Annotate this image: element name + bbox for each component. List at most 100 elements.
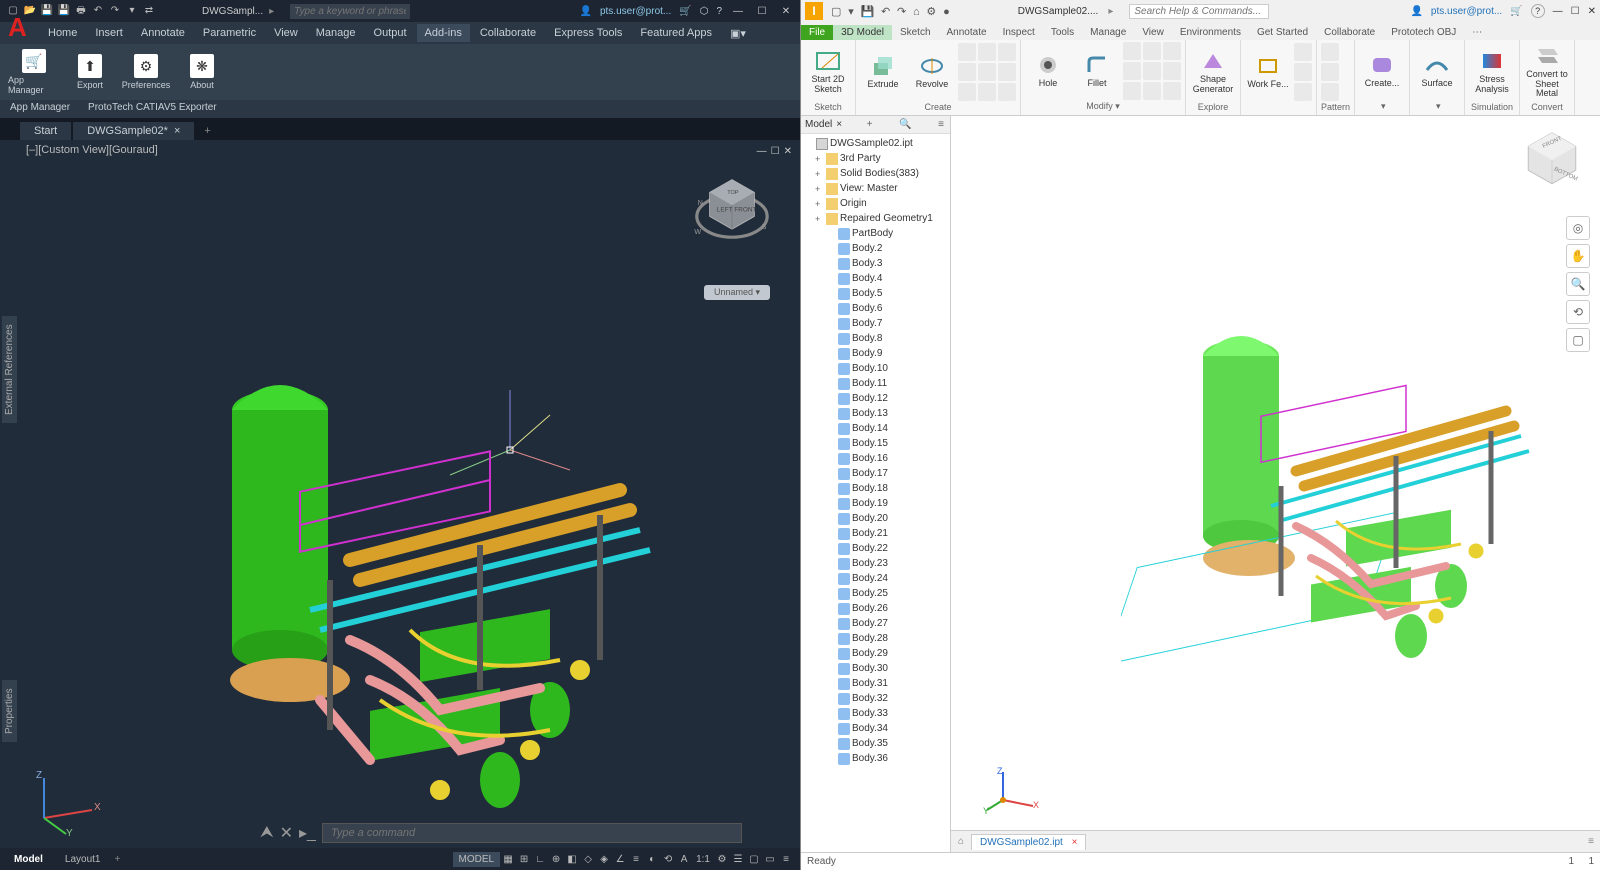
grid-icon[interactable]: ▦	[500, 851, 516, 867]
decal-icon[interactable]	[958, 83, 976, 101]
tree-body-item[interactable]: Body.14	[801, 421, 950, 436]
tree-body-item[interactable]: Body.7	[801, 316, 950, 331]
stress-analysis-button[interactable]: Stress Analysis	[1469, 44, 1515, 100]
tree-body-item[interactable]: Body.11	[801, 376, 950, 391]
monitor-icon[interactable]: ▢	[746, 851, 762, 867]
tree-body-item[interactable]: Body.34	[801, 721, 950, 736]
ribbon-tab-collaborate[interactable]: Collaborate	[1316, 25, 1383, 40]
browser-close-icon[interactable]: ×	[836, 119, 842, 130]
browser-add-icon[interactable]: +	[865, 119, 875, 130]
about-button[interactable]: ❋About	[176, 48, 228, 96]
expand-icon[interactable]: +	[815, 199, 824, 209]
shell-icon[interactable]	[1143, 42, 1161, 60]
menu-manage[interactable]: Manage	[308, 24, 364, 42]
tree-root[interactable]: DWGSample02.ipt	[801, 136, 950, 151]
tree-body-item[interactable]: Body.19	[801, 496, 950, 511]
help-icon[interactable]: ?	[1531, 4, 1545, 18]
drawing-viewport[interactable]: [–][Custom View][Gouraud] — ☐ ✕ External…	[0, 140, 800, 848]
tree-body-item[interactable]: Body.25	[801, 586, 950, 601]
maximize-button[interactable]: ☐	[754, 6, 770, 17]
chamfer-icon[interactable]	[1123, 42, 1141, 60]
viewcube[interactable]: FRONT BOTTOM	[1518, 126, 1586, 194]
tree-body-item[interactable]: Body.10	[801, 361, 950, 376]
tree-body-item[interactable]: Body.26	[801, 601, 950, 616]
qat-saveas-icon[interactable]: 💾	[57, 4, 71, 18]
vp-close-icon[interactable]: ✕	[784, 146, 792, 157]
apps-icon[interactable]: ⬡	[700, 6, 709, 17]
layout-tab-model[interactable]: Model	[6, 852, 51, 867]
qat-redo-icon[interactable]: ↷	[895, 6, 908, 18]
browser-tree[interactable]: DWGSample02.ipt+3rd Party+Solid Bodies(3…	[801, 134, 950, 852]
scale-label[interactable]: 1:1	[692, 854, 714, 865]
menu-home[interactable]: Home	[40, 24, 85, 42]
maximize-button[interactable]: ☐	[1571, 6, 1580, 17]
rib-icon[interactable]	[978, 63, 996, 81]
plane-icon[interactable]	[1294, 43, 1312, 61]
tree-item[interactable]: +Repaired Geometry1	[801, 211, 950, 226]
draft-icon[interactable]	[1163, 42, 1181, 60]
delete-icon[interactable]	[1163, 82, 1181, 100]
signin-icon[interactable]: 👤	[1410, 6, 1422, 17]
isodraft-icon[interactable]: ◧	[564, 851, 580, 867]
surface-button[interactable]: Surface	[1414, 43, 1460, 99]
tree-body-item[interactable]: Body.3	[801, 256, 950, 271]
tree-body-item[interactable]: Body.28	[801, 631, 950, 646]
ribbon-tab-prototech-obj[interactable]: Prototech OBJ	[1383, 25, 1464, 40]
menu-insert[interactable]: Insert	[87, 24, 131, 42]
qat-save-icon[interactable]: 💾	[40, 4, 54, 18]
minimize-button[interactable]: —	[1553, 6, 1563, 17]
copy-icon[interactable]	[1143, 82, 1161, 100]
qat-undo-icon[interactable]: ↶	[879, 6, 892, 18]
signin-icon[interactable]: 👤	[580, 6, 592, 17]
expand-icon[interactable]: +	[815, 154, 824, 164]
tree-body-item[interactable]: Body.4	[801, 271, 950, 286]
rect-pattern-icon[interactable]	[1321, 43, 1339, 61]
tree-body-item[interactable]: Body.15	[801, 436, 950, 451]
doc-tab[interactable]: Start	[20, 122, 71, 140]
qat-share-icon[interactable]: ⇄	[142, 4, 156, 18]
viewport-label[interactable]: [–][Custom View][Gouraud]	[26, 144, 158, 156]
tab-close-icon[interactable]: ×	[174, 125, 180, 137]
coil-icon[interactable]	[998, 43, 1016, 61]
loft-icon[interactable]	[978, 43, 996, 61]
ribbon-options-icon[interactable]: ▣▾	[722, 24, 754, 43]
layout-tab-layout1[interactable]: Layout1	[57, 852, 109, 867]
close-button[interactable]: ✕	[1588, 6, 1596, 17]
lineweight-icon[interactable]: ≡	[628, 851, 644, 867]
tree-body-item[interactable]: Body.36	[801, 751, 950, 766]
qat-plot-icon[interactable]: 🖶	[74, 4, 88, 18]
convert-sheetmetal-button[interactable]: Convert to Sheet Metal	[1524, 44, 1570, 100]
tree-item[interactable]: +Origin	[801, 196, 950, 211]
tree-body-item[interactable]: Body.9	[801, 346, 950, 361]
preferences-button[interactable]: ⚙Preferences	[120, 48, 172, 96]
fullnav-icon[interactable]: ◎	[1566, 216, 1590, 240]
combine-icon[interactable]	[1163, 62, 1181, 80]
workspace-icon[interactable]: ☰	[730, 851, 746, 867]
close-button[interactable]: ✕	[778, 6, 794, 17]
fillet-button[interactable]: Fillet	[1074, 43, 1120, 99]
vp-max-icon[interactable]: ☐	[771, 146, 780, 157]
ribbon-tab-manage[interactable]: Manage	[1082, 25, 1134, 40]
extrude-button[interactable]: Extrude	[860, 44, 906, 100]
export-button[interactable]: ⬆Export	[64, 48, 116, 96]
ribbon-tab-get-started[interactable]: Get Started	[1249, 25, 1316, 40]
annotation-icon[interactable]: A	[676, 851, 692, 867]
qat-redo-icon[interactable]: ↷	[108, 4, 122, 18]
tree-body-item[interactable]: Body.29	[801, 646, 950, 661]
emboss-icon[interactable]	[958, 63, 976, 81]
tree-body-item[interactable]: Body.6	[801, 301, 950, 316]
snap-icon[interactable]: ⊞	[516, 851, 532, 867]
tree-body-item[interactable]: Body.30	[801, 661, 950, 676]
browser-search-icon[interactable]: 🔍	[897, 119, 913, 130]
tree-body-item[interactable]: Body.33	[801, 706, 950, 721]
menu-view[interactable]: View	[266, 24, 306, 42]
cart-icon[interactable]: 🛒	[679, 6, 691, 17]
qat-material-icon[interactable]: ●	[941, 6, 952, 18]
viewcube[interactable]: LEFT FRONT TOP N S W	[692, 170, 772, 250]
point-icon[interactable]	[1294, 83, 1312, 101]
hole-button[interactable]: Hole	[1025, 43, 1071, 99]
otrack-icon[interactable]: ∠	[612, 851, 628, 867]
tree-body-item[interactable]: Body.17	[801, 466, 950, 481]
ribbon-tab-3d-model[interactable]: 3D Model	[833, 25, 892, 40]
tree-body-item[interactable]: Body.5	[801, 286, 950, 301]
